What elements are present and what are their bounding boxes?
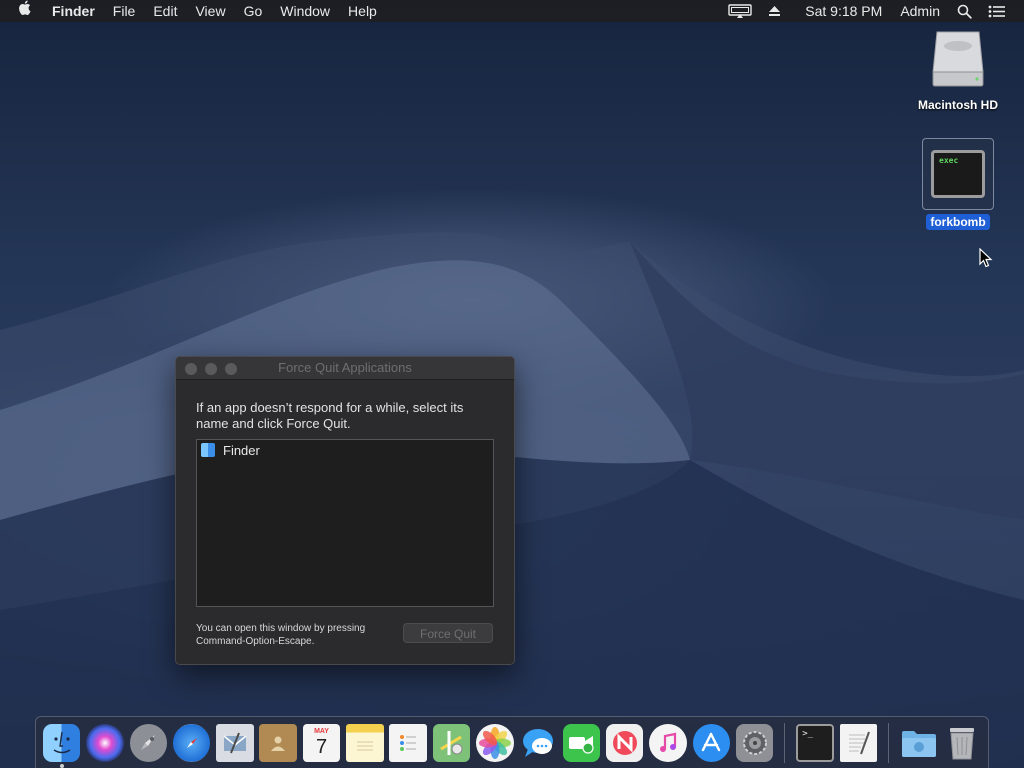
app-menu-finder[interactable]: Finder (43, 0, 104, 22)
calendar-day: 7 (315, 736, 328, 758)
terminal-icon[interactable]: >_ (796, 723, 834, 762)
launchpad-icon[interactable] (129, 723, 168, 762)
trash-icon[interactable] (944, 724, 982, 762)
dock-divider (784, 722, 786, 763)
system-preferences-icon[interactable] (735, 723, 774, 762)
app-list[interactable]: Finder (196, 439, 494, 607)
finder-icon[interactable] (42, 723, 81, 768)
safari-icon[interactable] (172, 723, 211, 762)
dock: MAY 7 >_ (35, 716, 989, 768)
window-titlebar[interactable]: Force Quit Applications (176, 357, 514, 380)
itunes-icon[interactable] (649, 723, 687, 762)
app-name: Finder (223, 442, 260, 458)
desktop-icon-macintosh-hd[interactable]: Macintosh HD (906, 28, 1010, 112)
menu-window[interactable]: Window (271, 0, 339, 22)
force-quit-button[interactable]: Force Quit (403, 623, 493, 643)
list-item[interactable]: Finder (197, 440, 493, 460)
reminders-icon[interactable] (389, 723, 427, 762)
siri-icon[interactable] (86, 723, 124, 762)
menu-edit[interactable]: Edit (144, 0, 186, 22)
textedit-icon[interactable] (839, 723, 878, 762)
maps-icon[interactable] (432, 723, 471, 762)
exec-icon-text: exec (939, 156, 959, 165)
hard-drive-icon (929, 28, 987, 88)
window-title: Force Quit Applications (278, 360, 412, 375)
app-store-icon[interactable] (692, 723, 731, 762)
menu-help[interactable]: Help (339, 0, 386, 22)
menu-go[interactable]: Go (235, 0, 272, 22)
contacts-icon[interactable] (259, 723, 297, 762)
downloads-folder-icon[interactable] (900, 724, 938, 762)
clock[interactable]: Sat 9:18 PM (789, 0, 891, 22)
menu-bar: Finder File Edit View Go Window Help Sat… (0, 0, 1024, 22)
calendar-month: MAY (314, 728, 329, 735)
airplay-display-icon[interactable] (720, 4, 760, 18)
terminal-exec-icon: exec (931, 150, 985, 198)
notification-center-icon[interactable] (980, 5, 1014, 18)
user-menu[interactable]: Admin (891, 0, 949, 22)
messages-icon[interactable] (519, 724, 557, 762)
calendar-icon[interactable]: MAY 7 (302, 723, 341, 762)
desktop-icon-forkbomb[interactable]: exec forkbomb (918, 138, 998, 230)
desktop-icon-label: Macintosh HD (917, 98, 998, 112)
mouse-cursor-icon (979, 248, 993, 268)
dock-divider (887, 722, 889, 763)
news-icon[interactable] (605, 723, 644, 762)
shortcut-hint: You can open this window by pressing Com… (196, 623, 366, 647)
facetime-icon[interactable] (562, 723, 601, 762)
menu-view[interactable]: View (186, 0, 234, 22)
force-quit-window: Force Quit Applications If an app doesn’… (175, 356, 515, 665)
instruction-text: If an app doesn’t respond for a while, s… (196, 400, 464, 431)
desktop-icon-label-selected: forkbomb (926, 214, 990, 230)
finder-icon (201, 443, 215, 457)
eject-icon[interactable] (760, 5, 789, 17)
menu-file[interactable]: File (104, 0, 145, 22)
apple-icon[interactable] (10, 0, 43, 22)
mail-icon[interactable] (216, 723, 254, 762)
notes-icon[interactable] (346, 723, 384, 762)
spotlight-search-icon[interactable] (949, 4, 980, 19)
photos-icon[interactable] (476, 723, 514, 762)
selection-frame: exec (922, 138, 994, 210)
